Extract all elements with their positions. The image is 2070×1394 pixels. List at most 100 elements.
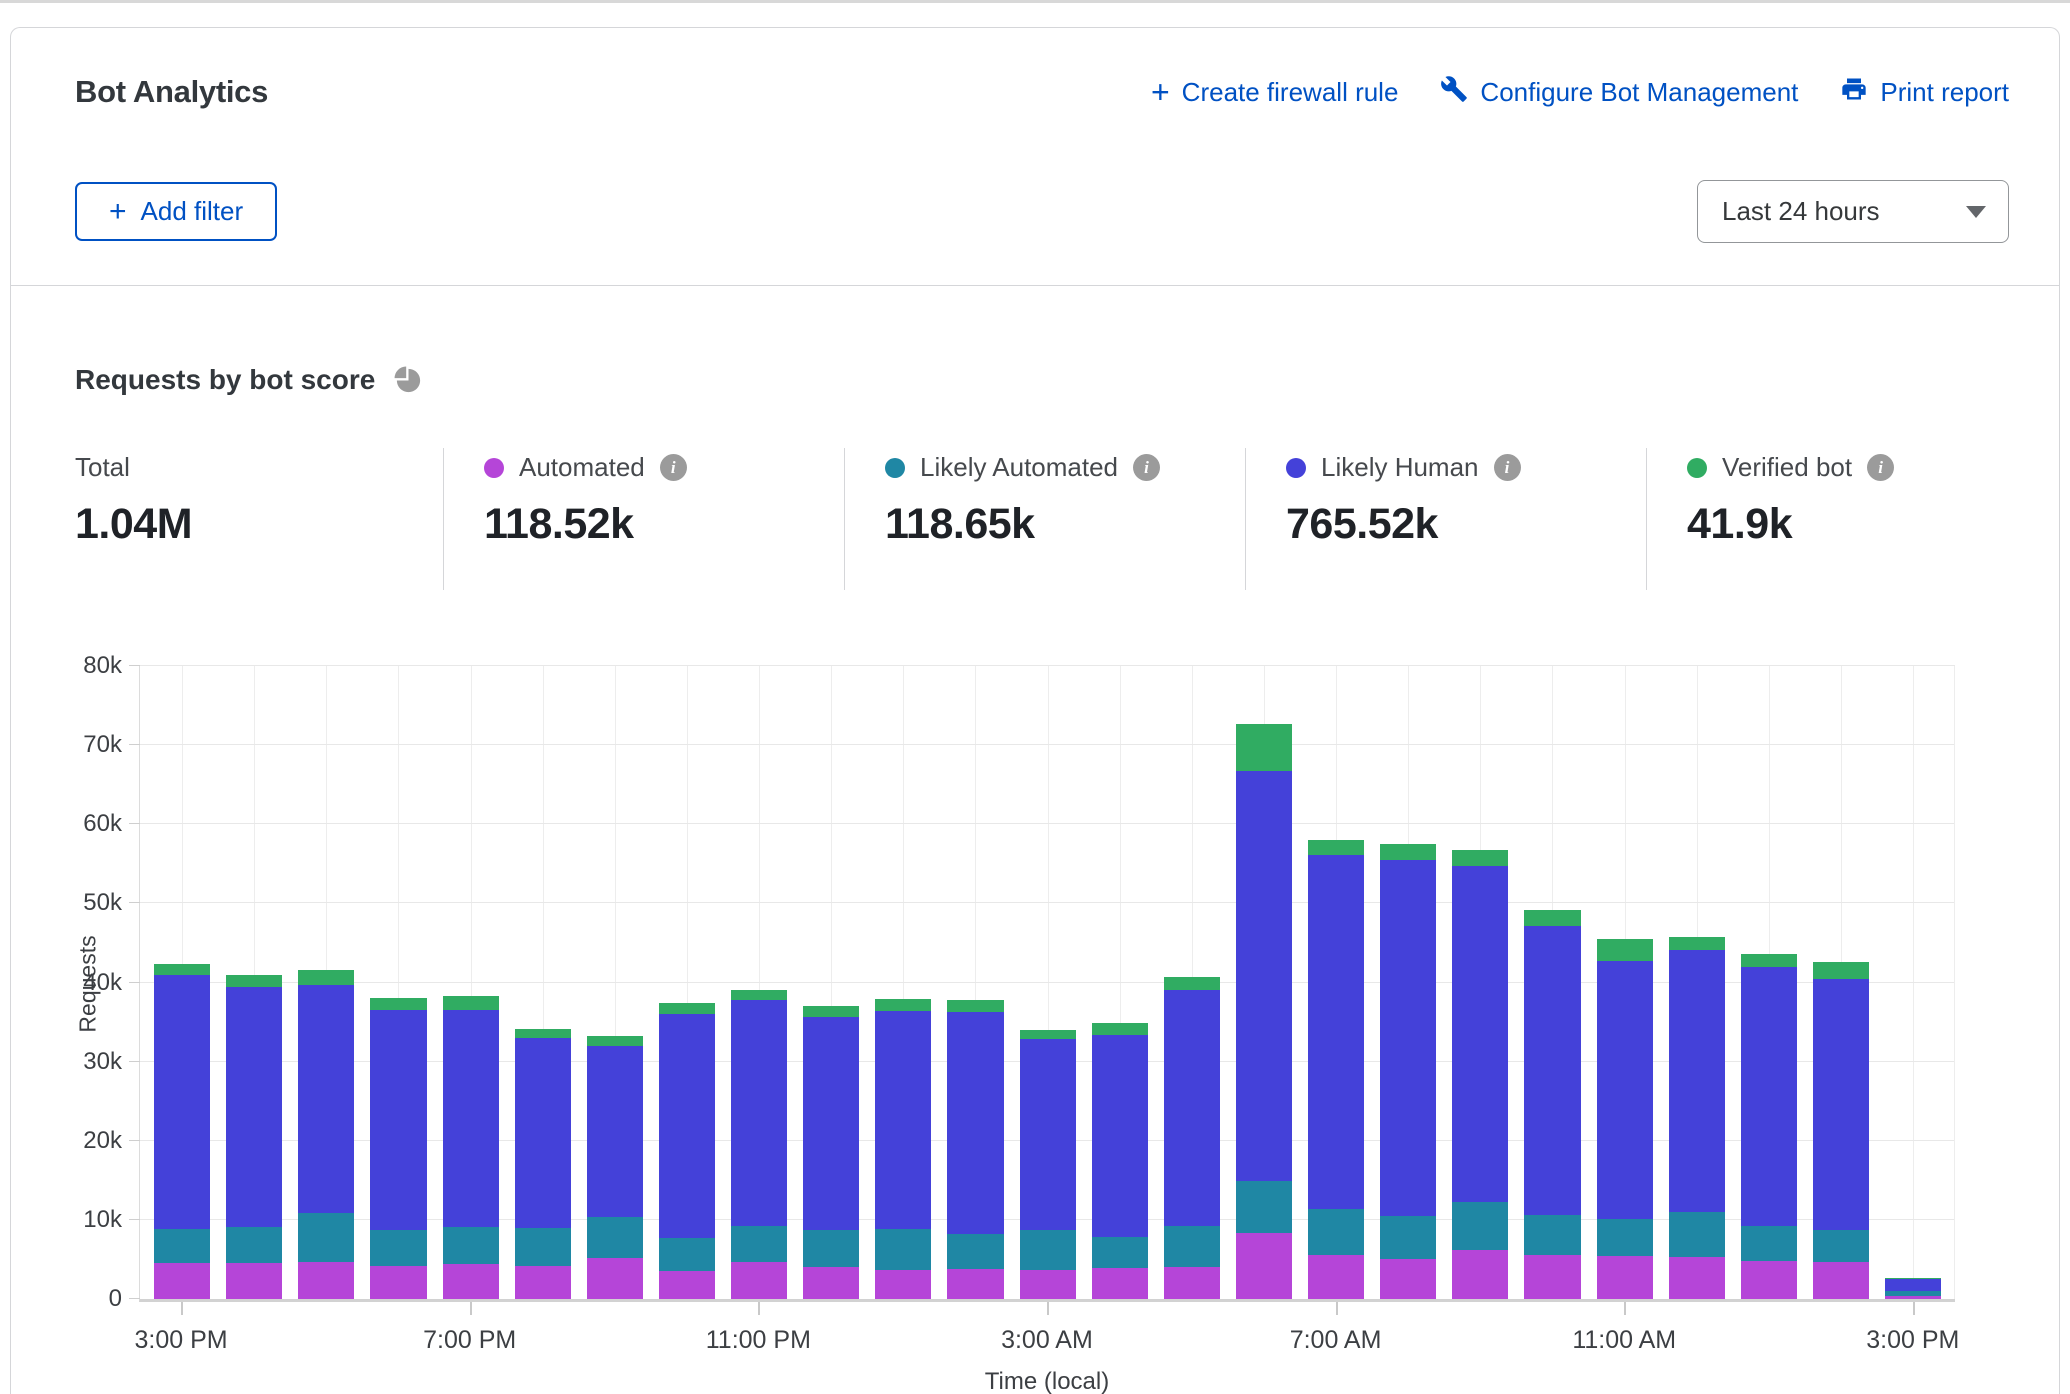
bar-6-00-am[interactable] [1236, 666, 1292, 1299]
segment-likely-automated [1452, 1202, 1508, 1250]
bar-3-00-pm[interactable] [1885, 666, 1941, 1299]
bar-3-00-am[interactable] [1020, 666, 1076, 1299]
bar-stack [370, 998, 426, 1299]
x-tick-cell [297, 1302, 353, 1364]
bar-stack [1380, 844, 1436, 1299]
bar-5-00-pm[interactable] [298, 666, 354, 1299]
bar-11-00-pm[interactable] [731, 666, 787, 1299]
bar-10-00-pm[interactable] [659, 666, 715, 1299]
segment-likely-human [1308, 855, 1364, 1210]
stat-label: Automated [519, 452, 645, 483]
x-tick-cell: 3:00 PM [153, 1302, 209, 1364]
y-tick-mark [129, 1140, 140, 1141]
bar-11-00-am[interactable] [1597, 666, 1653, 1299]
segment-verified-bot [1308, 840, 1364, 855]
x-tick-cell: 11:00 PM [730, 1302, 786, 1364]
time-range-value: Last 24 hours [1722, 196, 1880, 227]
bar-8-00-am[interactable] [1380, 666, 1436, 1299]
bar-stack [298, 970, 354, 1299]
segment-verified-bot [587, 1036, 643, 1046]
header-actions: + Create firewall rule Configure Bot Man… [1151, 75, 2009, 110]
segment-likely-human [1452, 866, 1508, 1202]
bar-stack [1452, 850, 1508, 1299]
add-filter-button[interactable]: + Add filter [75, 182, 277, 241]
bar-stack [1524, 910, 1580, 1299]
info-icon[interactable]: i [660, 454, 687, 481]
bar-9-00-pm[interactable] [587, 666, 643, 1299]
segment-likely-human [226, 987, 282, 1226]
x-tick-cell [1091, 1302, 1147, 1364]
chevron-down-icon [1966, 206, 1986, 218]
x-tick-cell: 7:00 PM [442, 1302, 498, 1364]
stat-value: 118.65k [885, 500, 1245, 549]
segment-verified-bot [1813, 962, 1869, 979]
segment-automated [1741, 1261, 1797, 1299]
gridline [140, 665, 1955, 666]
info-icon[interactable]: i [1133, 454, 1160, 481]
gridline [140, 744, 1955, 745]
bar-1-00-pm[interactable] [1741, 666, 1797, 1299]
y-axis-tick-label: 80k [83, 652, 122, 680]
x-axis-tick-label: 11:00 PM [706, 1326, 811, 1355]
segment-likely-human [1164, 990, 1220, 1226]
segment-automated [1452, 1250, 1508, 1299]
bar-6-00-pm[interactable] [370, 666, 426, 1299]
x-axis-tick-label: 3:00 PM [1866, 1326, 1959, 1355]
configure-bot-management-link[interactable]: Configure Bot Management [1440, 75, 1798, 110]
time-range-select[interactable]: Last 24 hours [1697, 180, 2009, 243]
info-icon[interactable]: i [1867, 454, 1894, 481]
bar-stack [731, 990, 787, 1299]
segment-verified-bot [659, 1003, 715, 1015]
bar-stack [226, 975, 282, 1299]
bar-1-00-am[interactable] [875, 666, 931, 1299]
y-axis-tick-label: 50k [83, 889, 122, 917]
bar-3-00-pm[interactable] [154, 666, 210, 1299]
plot-area: 010k20k30k40k50k60k70k80k [139, 666, 1955, 1302]
bar-stack [154, 964, 210, 1299]
segment-likely-automated [659, 1238, 715, 1271]
bar-stack [947, 1000, 1003, 1299]
bar-stack [587, 1036, 643, 1299]
x-tick-cell: 3:00 PM [1885, 1302, 1941, 1364]
legend-dot-likely-human [1286, 458, 1306, 478]
y-axis-tick-label: 40k [83, 969, 122, 997]
plus-icon: + [109, 199, 127, 225]
segment-likely-automated [1741, 1226, 1797, 1261]
bar-9-00-am[interactable] [1452, 666, 1508, 1299]
segment-automated [1308, 1255, 1364, 1299]
x-tick-mark [1913, 1302, 1915, 1315]
bar-4-00-pm[interactable] [226, 666, 282, 1299]
bar-4-00-am[interactable] [1092, 666, 1148, 1299]
bar-2-00-pm[interactable] [1813, 666, 1869, 1299]
segment-likely-human [1813, 979, 1869, 1230]
filter-bar: + Add filter Last 24 hours [11, 110, 2059, 285]
bar-8-00-pm[interactable] [515, 666, 571, 1299]
segment-verified-bot [1741, 954, 1797, 967]
bar-7-00-pm[interactable] [443, 666, 499, 1299]
create-firewall-rule-link[interactable]: + Create firewall rule [1151, 77, 1398, 108]
bar-5-00-am[interactable] [1164, 666, 1220, 1299]
segment-likely-human [515, 1038, 571, 1228]
print-report-link[interactable]: Print report [1840, 75, 2009, 110]
segment-likely-automated [1597, 1219, 1653, 1256]
wrench-icon [1440, 75, 1468, 110]
bot-analytics-page: Bot Analytics + Create firewall rule Con… [0, 0, 2070, 1394]
y-axis-tick-label: 10k [83, 1206, 122, 1234]
segment-automated [154, 1263, 210, 1299]
segment-likely-human [298, 985, 354, 1213]
bar-12-00-am[interactable] [803, 666, 859, 1299]
bar-7-00-am[interactable] [1308, 666, 1364, 1299]
printer-icon [1840, 75, 1868, 110]
print-report-label: Print report [1880, 77, 2009, 108]
x-tick-mark [758, 1302, 760, 1315]
info-icon[interactable]: i [1494, 454, 1521, 481]
bar-12-00-pm[interactable] [1669, 666, 1725, 1299]
gridline [140, 823, 1955, 824]
bar-2-00-am[interactable] [947, 666, 1003, 1299]
x-tick-cell [1740, 1302, 1796, 1364]
segment-likely-human [947, 1012, 1003, 1234]
bar-10-00-am[interactable] [1524, 666, 1580, 1299]
segment-verified-bot [1452, 850, 1508, 866]
segment-verified-bot [515, 1029, 571, 1039]
y-tick-mark [129, 823, 140, 824]
